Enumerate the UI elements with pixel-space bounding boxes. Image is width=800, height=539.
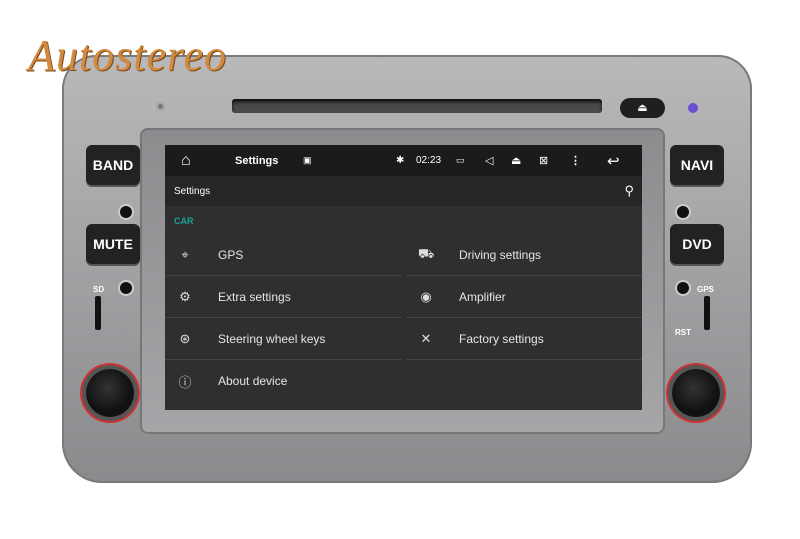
rst-label: RST [675,328,691,337]
item-label: About device [218,374,288,388]
home-icon[interactable]: ⌂ [181,152,191,170]
status-title: Settings [235,154,279,167]
item-driving-settings[interactable]: ⛟ Driving settings [406,234,642,276]
eject-button[interactable]: ⏏ [620,98,665,118]
tuning-knob[interactable] [672,369,720,417]
tools-icon: ✕ [420,330,432,346]
logo: Autostereo [28,31,227,80]
ir-sensor [677,206,689,218]
mic-hole [120,206,132,218]
info-icon: ⓘ [178,374,192,390]
steering-wheel-icon: ⊛ [179,330,191,346]
search-icon[interactable]: ⚲ [624,183,634,199]
screen-off-icon[interactable]: ⊠ [539,154,548,167]
settings-list: ⌖ GPS ⛟ Driving settings ⚙ Extra settings ◉… [165,234,642,402]
indicator-led [688,103,698,113]
app-bar-title: Settings [174,185,211,197]
item-label: Driving settings [459,247,542,262]
band-button[interactable]: BAND [86,145,140,185]
mute-button[interactable]: MUTE [86,224,140,264]
speaker-icon: ◉ [420,288,432,304]
item-steering-wheel-keys[interactable]: ⊛ Steering wheel keys [165,318,401,360]
gps-label: GPS [697,285,714,294]
navi-button[interactable]: NAVI [670,145,724,185]
clock: 02:23 [416,155,442,166]
item-label: Factory settings [459,331,544,346]
volume-knob[interactable] [86,369,134,417]
section-header: CAR [174,216,194,226]
dvd-button[interactable]: DVD [670,224,724,264]
item-extra-settings[interactable]: ⚙ Extra settings [165,276,401,318]
item-factory-settings[interactable]: ✕ Factory settings [406,318,642,360]
item-about-device[interactable]: ⓘ About device [165,360,401,402]
volume-icon[interactable]: ◁ [485,154,493,167]
item-amplifier[interactable]: ◉ Amplifier [406,276,642,318]
gps-jack [677,282,689,294]
more-icon[interactable]: ⋮ [570,154,581,167]
bluetooth-icon: ✱ [396,155,405,166]
aux-jack [120,282,132,294]
gps-card-slot[interactable] [704,296,710,330]
disc-slot [232,99,602,113]
gps-icon: ⌖ [181,246,189,262]
item-label: Steering wheel keys [218,331,326,346]
status-bar: ⌂ Settings ▣ ✱ 02:23 ▭ ◁ ⏏ ⊠ ⋮ ↩ [165,145,642,176]
back-icon[interactable]: ↩ [607,152,620,170]
battery-icon: ▭ [456,155,465,165]
item-label: GPS [218,247,244,262]
image-icon: ▣ [303,155,312,165]
item-label: Amplifier [459,289,506,304]
item-label: Extra settings [218,289,291,304]
car-icon: ⛟ [418,245,435,261]
app-bar: Settings ⚲ [165,176,642,206]
item-gps[interactable]: ⌖ GPS [165,234,401,276]
eject-icon[interactable]: ⏏ [511,154,521,167]
sd-slot[interactable] [95,296,101,330]
screen: ⌂ Settings ▣ ✱ 02:23 ▭ ◁ ⏏ ⊠ ⋮ ↩ Setting… [165,145,642,410]
screw [156,102,165,111]
sd-label: SD [93,285,105,294]
gears-icon: ⚙ [179,288,191,304]
